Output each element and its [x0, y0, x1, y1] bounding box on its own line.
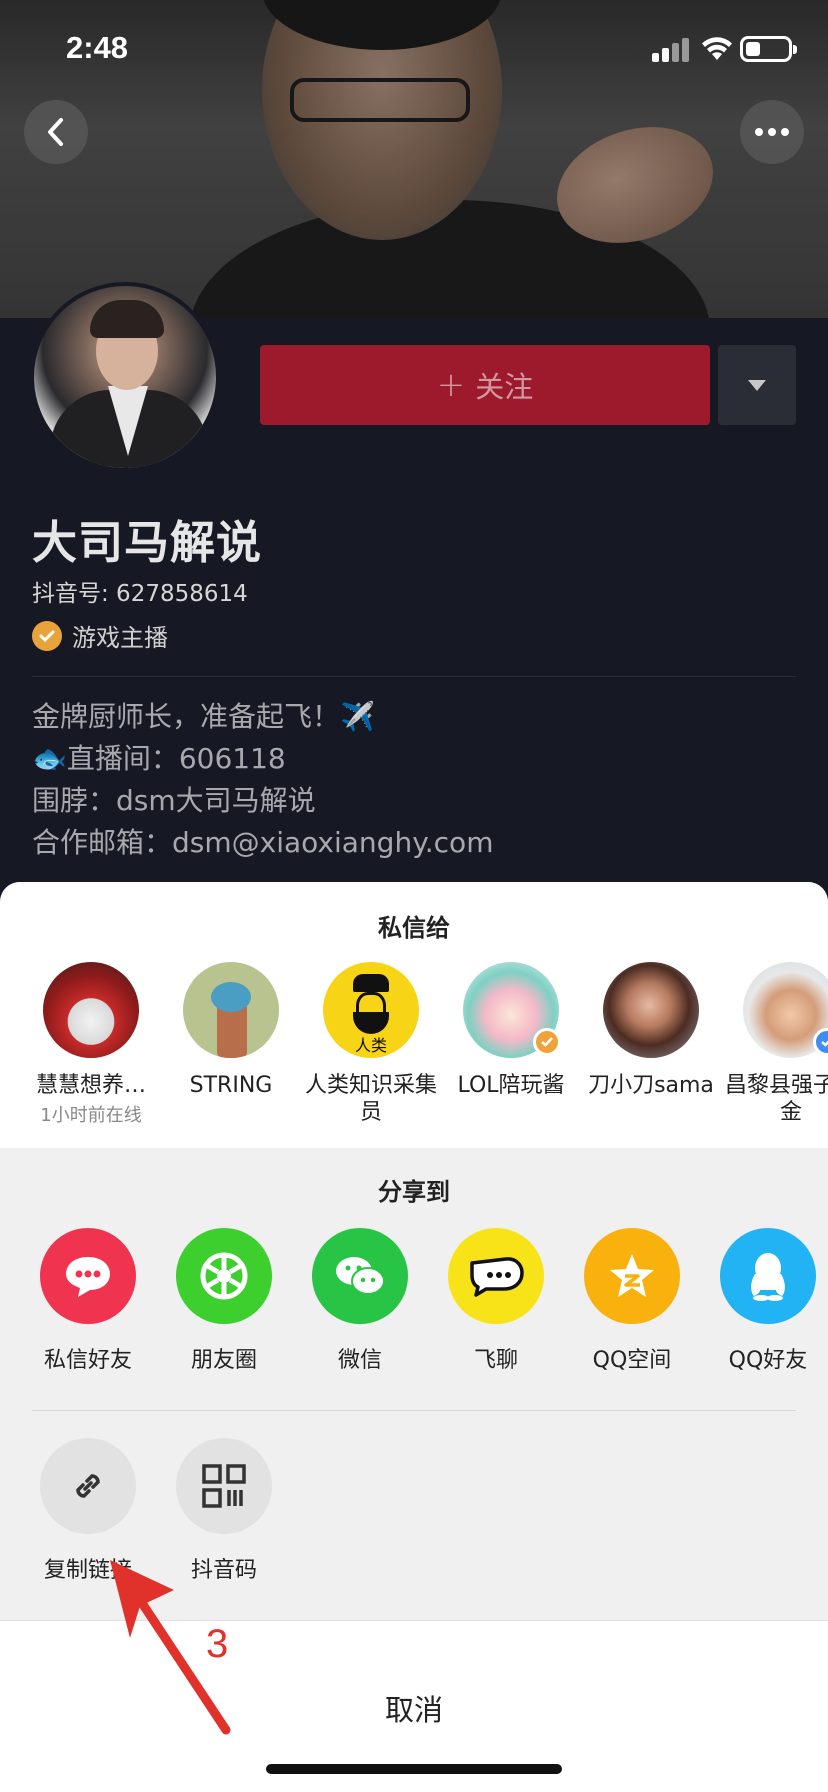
bio-line: 合作邮箱：dsm@xiaoxianghy.com	[32, 826, 494, 859]
douyin-id: 抖音号: 627858614	[32, 581, 248, 607]
profile-name: 大司马解说	[32, 516, 263, 569]
cancel-label: 取消	[384, 1693, 443, 1727]
share-label: 私信好友	[43, 1348, 132, 1373]
share-sheet: 私信给 慧慧想养… 1小时前在线 STRING 人类 人类知识采集员 LOL陪玩…	[0, 882, 828, 1792]
verified-label: 游戏主播	[72, 624, 168, 652]
contact-item[interactable]: 人类 人类知识采集员	[301, 962, 441, 1126]
share-section-title: 分享到	[378, 1178, 450, 1206]
share-tools-list: 复制链接 抖音码	[0, 1438, 828, 1588]
status-bar: 2:48	[0, 0, 828, 96]
qq-penguin-icon	[720, 1228, 816, 1324]
plus-icon: +	[436, 365, 466, 405]
contact-name: LOL陪玩酱	[457, 1073, 565, 1098]
profile-screen: 2:48 + 关注 大司马解说 抖音号: 627858614 游戏主播 金牌厨师…	[0, 0, 828, 1792]
verified-badge-icon	[813, 1028, 828, 1056]
verified-check-icon	[32, 620, 62, 651]
share-moments[interactable]: 朋友圈	[154, 1228, 294, 1374]
recommend-dropdown-button[interactable]	[718, 345, 796, 425]
link-icon	[40, 1438, 136, 1534]
share-label: QQ好友	[728, 1348, 808, 1373]
wifi-icon	[702, 37, 732, 60]
ellipsis-icon	[755, 128, 789, 136]
share-feiliao[interactable]: 飞聊	[426, 1228, 566, 1374]
dm-section-title: 私信给	[378, 914, 450, 942]
contact-avatar	[463, 962, 561, 1058]
contact-name: 人类知识采集员	[304, 1073, 437, 1125]
contact-avatar	[743, 962, 828, 1058]
share-label: 微信	[337, 1348, 382, 1373]
more-options-button[interactable]	[740, 100, 804, 164]
battery-icon	[740, 36, 797, 62]
cellular-signal-icon	[652, 36, 692, 62]
contact-avatar-text: 人类	[354, 1036, 387, 1055]
status-time: 2:48	[66, 30, 129, 65]
wechat-icon	[312, 1228, 408, 1324]
share-wechat[interactable]: 微信	[290, 1228, 430, 1374]
share-private-message[interactable]: 私信好友	[18, 1228, 158, 1374]
share-label: 飞聊	[473, 1348, 518, 1373]
contact-item[interactable]: STRING	[161, 962, 301, 1099]
share-label: 朋友圈	[190, 1348, 257, 1373]
contact-name: 慧慧想养…	[35, 1073, 146, 1098]
divider	[32, 1410, 796, 1411]
camera-aperture-icon	[176, 1228, 272, 1324]
tool-label: 抖音码	[190, 1558, 257, 1583]
contact-status: 1小时前在线	[40, 1105, 142, 1126]
bio-line: 🐟直播间：606118	[32, 742, 286, 775]
share-qzone[interactable]: QQ空间	[562, 1228, 702, 1374]
contact-name: 刀小刀sama	[588, 1073, 714, 1098]
qr-code-icon	[176, 1438, 272, 1534]
bio-line: 金牌厨师长，准备起飞！✈️	[32, 700, 375, 733]
follow-button[interactable]: + 关注	[260, 345, 710, 425]
copy-link-button[interactable]: 复制链接	[18, 1438, 158, 1584]
share-app-list: 私信好友 朋友圈 微信 飞聊 QQ空间 QQ好友	[0, 1228, 828, 1388]
share-qq-friend[interactable]: QQ好友	[698, 1228, 828, 1374]
back-button[interactable]	[24, 100, 88, 164]
follow-label: 关注	[475, 370, 534, 404]
contact-avatar	[183, 962, 279, 1058]
contact-avatar	[603, 962, 699, 1058]
profile-bio: 金牌厨师长，准备起飞！✈️ 🐟直播间：606118 围脖：dsm大司马解说 合作…	[32, 696, 493, 864]
caret-down-icon	[748, 379, 766, 391]
contact-item[interactable]: 慧慧想养… 1小时前在线	[21, 962, 161, 1127]
home-indicator	[266, 1764, 562, 1774]
contact-avatar: 人类	[323, 962, 419, 1058]
contact-avatar	[43, 962, 139, 1058]
chat-bubble-icon	[40, 1228, 136, 1324]
verified-badge-icon	[533, 1028, 561, 1056]
contact-name: STRING	[189, 1073, 273, 1098]
contact-item[interactable]: LOL陪玩酱	[441, 962, 581, 1099]
share-label: QQ空间	[592, 1348, 672, 1373]
bio-line: 围脖：dsm大司马解说	[32, 784, 316, 817]
contact-item[interactable]: 昌黎县强子五金	[721, 962, 828, 1126]
tool-label: 复制链接	[43, 1558, 132, 1583]
chevron-left-icon	[48, 118, 63, 146]
contact-name: 昌黎县强子五金	[724, 1073, 828, 1125]
feiliao-icon	[448, 1228, 544, 1324]
qzone-star-icon	[584, 1228, 680, 1324]
profile-avatar[interactable]	[30, 282, 220, 472]
contact-item[interactable]: 刀小刀sama	[581, 962, 721, 1099]
verified-tag: 游戏主播	[32, 618, 168, 653]
divider	[32, 676, 796, 677]
annotation-step-number: 3	[206, 1622, 229, 1666]
douyin-code-button[interactable]: 抖音码	[154, 1438, 294, 1584]
dm-contact-list[interactable]: 慧慧想养… 1小时前在线 STRING 人类 人类知识采集员 LOL陪玩酱 刀小…	[0, 962, 828, 1162]
